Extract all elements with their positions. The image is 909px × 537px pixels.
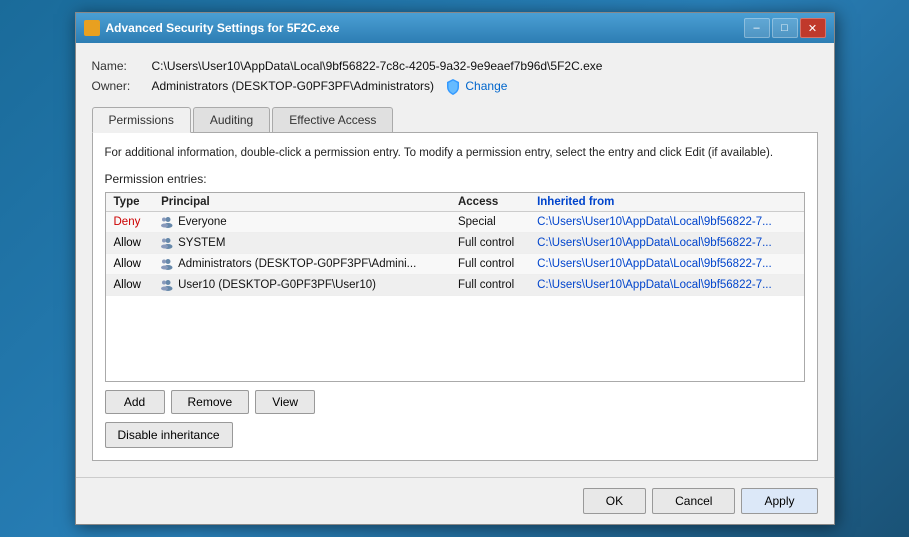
tab-auditing[interactable]: Auditing: [193, 107, 270, 132]
view-button[interactable]: View: [255, 390, 315, 414]
col-access: Access: [450, 193, 529, 212]
shield-icon: [446, 79, 460, 95]
table-row[interactable]: Allow SYSTEM Full control C:\Users\User1…: [106, 232, 804, 253]
cell-access: Full control: [450, 232, 529, 253]
tabs: Permissions Auditing Effective Access: [92, 107, 818, 133]
col-type: Type: [106, 193, 154, 212]
name-value: C:\Users\User10\AppData\Local\9bf56822-7…: [152, 59, 603, 73]
tab-content-permissions: For additional information, double-click…: [92, 133, 818, 460]
title-bar-controls: – □ ✕: [744, 18, 826, 38]
cell-principal: User10 (DESKTOP-G0PF3PF\User10): [153, 274, 450, 295]
cell-inherited: C:\Users\User10\AppData\Local\9bf56822-7…: [529, 232, 803, 253]
name-row: Name: C:\Users\User10\AppData\Local\9bf5…: [92, 59, 818, 73]
title-bar: Advanced Security Settings for 5F2C.exe …: [76, 13, 834, 43]
apply-button[interactable]: Apply: [741, 488, 817, 514]
tab-permissions[interactable]: Permissions: [92, 107, 191, 133]
table-row[interactable]: Allow Administrators (DESKTOP-G0PF3PF\Ad…: [106, 253, 804, 274]
minimize-button[interactable]: –: [744, 18, 770, 38]
add-button[interactable]: Add: [105, 390, 165, 414]
cell-inherited: C:\Users\User10\AppData\Local\9bf56822-7…: [529, 274, 803, 295]
cell-type: Allow: [106, 274, 154, 295]
owner-text: Administrators (DESKTOP-G0PF3PF\Administ…: [152, 80, 435, 94]
cell-type: Allow: [106, 253, 154, 274]
cell-type: Allow: [106, 232, 154, 253]
change-link[interactable]: Change: [465, 80, 507, 94]
dialog-footer: OK Cancel Apply: [76, 477, 834, 524]
col-inherited: Inherited from: [529, 193, 803, 212]
cell-inherited: C:\Users\User10\AppData\Local\9bf56822-7…: [529, 211, 803, 232]
cell-access: Special: [450, 211, 529, 232]
window-icon: [84, 20, 100, 36]
maximize-button[interactable]: □: [772, 18, 798, 38]
table-row[interactable]: Allow User10 (DESKTOP-G0PF3PF\User10) Fu…: [106, 274, 804, 295]
window-title: Advanced Security Settings for 5F2C.exe: [106, 21, 744, 35]
cell-principal: SYSTEM: [153, 232, 450, 253]
name-label: Name:: [92, 59, 152, 73]
cell-principal: Administrators (DESKTOP-G0PF3PF\Admini..…: [153, 253, 450, 274]
close-button[interactable]: ✕: [800, 18, 826, 38]
tab-effective-access[interactable]: Effective Access: [272, 107, 393, 132]
advanced-security-window: Advanced Security Settings for 5F2C.exe …: [75, 12, 835, 524]
owner-row: Owner: Administrators (DESKTOP-G0PF3PF\A…: [92, 79, 818, 95]
permission-table: Type Principal Access Inherited from Den…: [106, 193, 804, 296]
cell-inherited: C:\Users\User10\AppData\Local\9bf56822-7…: [529, 253, 803, 274]
col-principal: Principal: [153, 193, 450, 212]
owner-label: Owner:: [92, 79, 152, 93]
cancel-button[interactable]: Cancel: [652, 488, 735, 514]
cell-type: Deny: [106, 211, 154, 232]
window-body: Name: C:\Users\User10\AppData\Local\9bf5…: [76, 43, 834, 476]
cell-access: Full control: [450, 253, 529, 274]
cell-principal: Everyone: [153, 211, 450, 232]
section-label: Permission entries:: [105, 172, 805, 186]
owner-value: Administrators (DESKTOP-G0PF3PF\Administ…: [152, 79, 508, 95]
action-buttons: Add Remove View: [105, 390, 805, 414]
description-text: For additional information, double-click…: [105, 145, 805, 161]
cell-access: Full control: [450, 274, 529, 295]
ok-button[interactable]: OK: [583, 488, 646, 514]
table-row[interactable]: Deny Everyone Special C:\Users\User10\Ap…: [106, 211, 804, 232]
permission-table-container[interactable]: Type Principal Access Inherited from Den…: [105, 192, 805, 382]
remove-button[interactable]: Remove: [171, 390, 250, 414]
disable-inheritance-button[interactable]: Disable inheritance: [105, 422, 233, 448]
